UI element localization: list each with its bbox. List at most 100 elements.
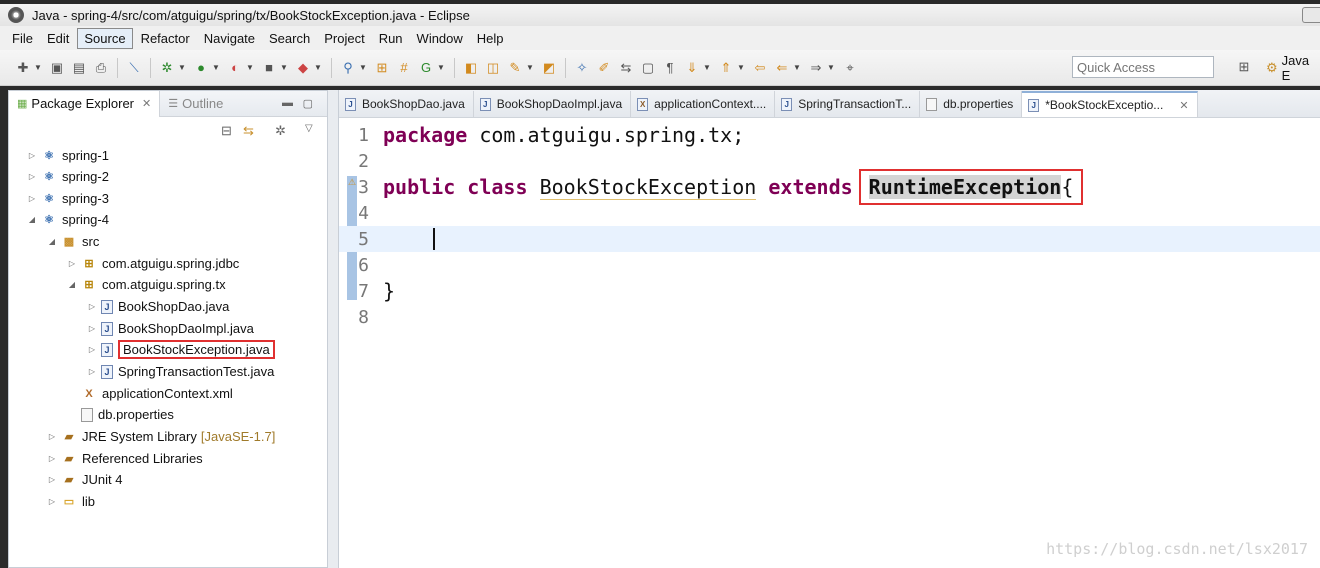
menu-edit[interactable]: Edit	[41, 29, 75, 48]
chevron-down-icon[interactable]: ◢	[27, 215, 37, 224]
chevron-down-icon[interactable]: ▼	[359, 63, 367, 72]
open-folder-icon[interactable]: ◩	[541, 60, 557, 76]
chevron-down-icon[interactable]: ▼	[280, 63, 288, 72]
chevron-down-icon[interactable]: ▼	[212, 63, 220, 72]
new-class-icon[interactable]: #	[396, 60, 412, 76]
menu-project[interactable]: Project	[318, 29, 370, 48]
show-whitespace-icon[interactable]: ▢	[640, 60, 656, 76]
tree-item[interactable]: ▷ J BookShopDao.java	[87, 296, 229, 317]
external-tools-icon[interactable]: ■	[261, 60, 277, 76]
code-area[interactable]: ⚠ 1 package com.atguigu.spring.tx; 2 3 p…	[339, 118, 1320, 568]
open-task-icon[interactable]: ✎	[507, 60, 523, 76]
chevron-down-icon[interactable]: ▼	[827, 63, 835, 72]
chevron-right-icon[interactable]: ▷	[47, 454, 57, 463]
editor-tab-active[interactable]: J *BookStockExceptio... ✕	[1022, 91, 1198, 117]
quick-access-input[interactable]	[1072, 56, 1214, 78]
java-perspective-button[interactable]: ⚙ Java E	[1266, 53, 1320, 83]
chevron-down-icon[interactable]: ▼	[314, 63, 322, 72]
chevron-right-icon[interactable]: ▷	[87, 367, 97, 376]
tree-item[interactable]: ▷ ⊞ com.atguigu.spring.jdbc	[67, 253, 239, 274]
chevron-right-icon[interactable]: ▷	[47, 475, 57, 484]
panel-divider[interactable]	[328, 90, 338, 568]
tree-item[interactable]: ▷ ⚛ spring-1	[27, 145, 109, 166]
minimize-icon[interactable]: ▬	[282, 97, 293, 109]
editor-tab[interactable]: J SpringTransactionT...	[775, 91, 921, 117]
maximize-icon[interactable]: ▢	[303, 97, 313, 110]
tree-item[interactable]: db.properties	[67, 404, 174, 425]
run-icon[interactable]: ●	[193, 60, 209, 76]
pin-editor-icon[interactable]: ⌖	[842, 60, 858, 76]
chevron-down-icon[interactable]: ▼	[34, 63, 42, 72]
chevron-down-icon[interactable]: ◢	[47, 237, 57, 246]
chevron-down-icon[interactable]: ▼	[526, 63, 534, 72]
toggle-breadcrumb-icon[interactable]: ⇆	[618, 60, 634, 76]
back-icon[interactable]: ⇐	[774, 60, 790, 76]
next-annotation-icon[interactable]: ⇓	[684, 60, 700, 76]
view-menu-icon[interactable]: ✲	[275, 123, 286, 139]
tab-package-explorer[interactable]: ▦ Package Explorer ✕	[9, 90, 161, 117]
tree-item[interactable]: X applicationContext.xml	[67, 383, 232, 404]
skip-breakpoints-icon[interactable]: ⟍	[126, 60, 142, 76]
menu-file[interactable]: File	[6, 29, 39, 48]
menu-help[interactable]: Help	[471, 29, 510, 48]
chevron-right-icon[interactable]: ▷	[47, 432, 57, 441]
last-edit-icon[interactable]: ⇦	[752, 60, 768, 76]
menu-run[interactable]: Run	[373, 29, 409, 48]
open-perspective-icon[interactable]: ⊞	[1236, 59, 1252, 75]
debug-icon[interactable]: ✲	[159, 60, 175, 76]
close-icon[interactable]: ✕	[142, 97, 151, 110]
tree-item[interactable]: ▷ ⚛ spring-3	[27, 188, 109, 209]
editor-tab[interactable]: J BookShopDao.java	[339, 91, 474, 117]
tree-item[interactable]: ◢ ⚛ spring-4	[27, 209, 109, 230]
open-resource-icon[interactable]: ◫	[485, 60, 501, 76]
chevron-down-icon[interactable]: ▼	[437, 63, 445, 72]
tree-item[interactable]: ▷ ▰ JRE System Library [JavaSE-1.7]	[47, 426, 275, 447]
chevron-right-icon[interactable]: ▷	[27, 194, 37, 203]
save-all-icon[interactable]: ▤	[71, 60, 87, 76]
chevron-down-icon[interactable]: ▼	[793, 63, 801, 72]
chevron-down-icon[interactable]: ▼	[178, 63, 186, 72]
editor-tab[interactable]: db.properties	[920, 91, 1023, 117]
chevron-down-icon[interactable]: ▼	[246, 63, 254, 72]
chevron-right-icon[interactable]: ▷	[27, 172, 37, 181]
open-type-icon[interactable]: ◧	[463, 60, 479, 76]
close-icon[interactable]: ✕	[1179, 99, 1188, 112]
chevron-right-icon[interactable]: ▷	[27, 151, 37, 160]
forward-icon[interactable]: ⇒	[808, 60, 824, 76]
search-icon[interactable]: ⚲	[340, 60, 356, 76]
window-control-button[interactable]	[1302, 7, 1320, 23]
chevron-right-icon[interactable]: ▷	[87, 345, 97, 354]
tree-item[interactable]: ◢ ⊞ com.atguigu.spring.tx	[67, 274, 226, 295]
tree-item[interactable]: ▷ J BookShopDaoImpl.java	[87, 318, 254, 339]
tree-item[interactable]: ▷ ▭ lib	[47, 491, 95, 512]
new-icon[interactable]: ✚	[15, 60, 31, 76]
toggle-block-selection-icon[interactable]: ✐	[596, 60, 612, 76]
tab-outline[interactable]: ☰ Outline	[160, 91, 231, 117]
paragraph-icon[interactable]: ¶	[662, 60, 678, 76]
chevron-down-icon[interactable]: ▼	[737, 63, 745, 72]
chevron-down-icon[interactable]: ▽	[305, 123, 313, 134]
previous-annotation-icon[interactable]: ⇑	[718, 60, 734, 76]
tree-item[interactable]: ▷ ⚛ spring-2	[27, 166, 109, 187]
chevron-right-icon[interactable]: ▷	[87, 302, 97, 311]
tree-item[interactable]: ▷ ▰ JUnit 4	[47, 469, 123, 490]
link-editor-icon[interactable]: ⇆	[243, 123, 254, 139]
chevron-right-icon[interactable]: ▷	[47, 497, 57, 506]
chevron-down-icon[interactable]: ▼	[703, 63, 711, 72]
new-java-project-icon[interactable]: ◆	[295, 60, 311, 76]
menu-refactor[interactable]: Refactor	[135, 29, 196, 48]
tree-item-selected[interactable]: ▷ J BookStockException.java	[87, 339, 275, 360]
new-interface-icon[interactable]: G	[418, 60, 434, 76]
tree-item[interactable]: ▷ J SpringTransactionTest.java	[87, 361, 274, 382]
print-icon[interactable]: ⎙	[93, 60, 109, 76]
menu-source[interactable]: Source	[77, 27, 133, 49]
coverage-icon[interactable]: ◐	[227, 60, 243, 76]
chevron-right-icon[interactable]: ▷	[87, 324, 97, 333]
toggle-mark-occurrences-icon[interactable]: ✧	[574, 60, 590, 76]
menu-navigate[interactable]: Navigate	[198, 29, 261, 48]
save-icon[interactable]: ▣	[49, 60, 65, 76]
menu-window[interactable]: Window	[411, 29, 469, 48]
editor-tab[interactable]: X applicationContext....	[631, 91, 776, 117]
collapse-all-icon[interactable]: ⊟	[221, 123, 232, 139]
menu-search[interactable]: Search	[263, 29, 316, 48]
